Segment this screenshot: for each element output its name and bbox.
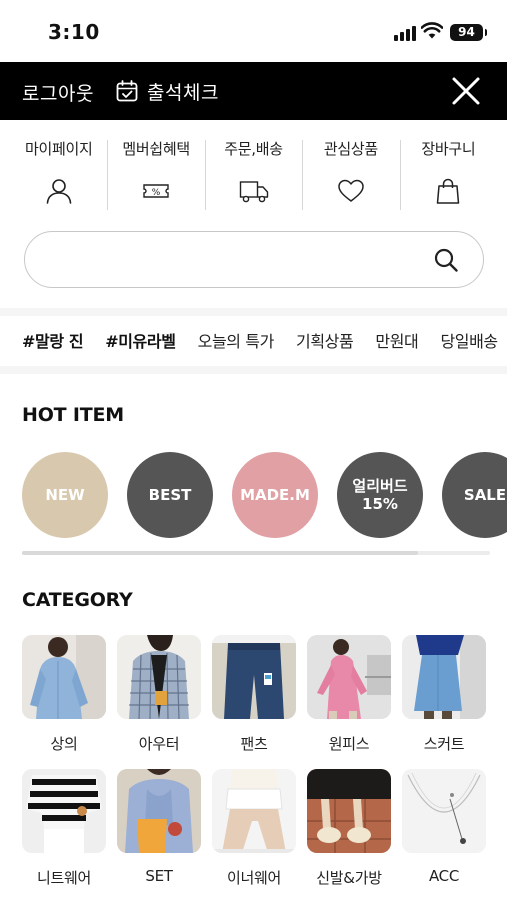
- hot-item-carousel: NEW BEST MADE.M 얼리버드 15% SALE: [22, 452, 507, 538]
- category-dress[interactable]: 원피스: [307, 635, 391, 754]
- quickmenu-mypage[interactable]: 마이페이지: [10, 138, 107, 210]
- category-thumbnail: [212, 635, 296, 719]
- wifi-icon: [421, 22, 443, 39]
- attendance-check-button[interactable]: 출석체크: [116, 79, 219, 104]
- quickmenu-label: 관심상품: [323, 140, 378, 158]
- attendance-label: 출석체크: [147, 81, 219, 104]
- category-label: 스커트: [423, 735, 465, 753]
- hot-item-new[interactable]: NEW: [22, 452, 108, 538]
- hot-item-title: HOT ITEM: [22, 404, 124, 426]
- keyword-link[interactable]: 기획상품: [296, 328, 354, 352]
- category-label: 니트웨어: [36, 869, 91, 887]
- category-label: 팬츠: [240, 735, 268, 753]
- category-innerwear[interactable]: 이너웨어: [212, 769, 296, 888]
- category-shoes-bags[interactable]: 신발&가방: [307, 769, 391, 888]
- category-thumbnail: [307, 635, 391, 719]
- category-label: 이너웨어: [226, 869, 281, 887]
- category-outer[interactable]: 아우터: [117, 635, 201, 754]
- svg-text:%: %: [152, 188, 161, 198]
- quickmenu-label: 장바구니: [421, 140, 476, 158]
- quickmenu-wishlist[interactable]: 관심상품: [302, 138, 399, 210]
- heart-icon: [338, 179, 364, 202]
- category-skirt[interactable]: 스커트: [402, 635, 486, 754]
- category-acc[interactable]: ACC: [402, 769, 486, 885]
- category-thumbnail: [22, 635, 106, 719]
- search-box[interactable]: [24, 231, 484, 288]
- keyword-link[interactable]: #말랑 진: [22, 328, 84, 352]
- hot-item-best[interactable]: BEST: [127, 452, 213, 538]
- hot-item-label: MADE.M: [240, 486, 310, 504]
- category-thumbnail: [402, 635, 486, 719]
- category-label: 원피스: [328, 735, 370, 753]
- category-label: 신발&가방: [316, 869, 382, 887]
- category-thumbnail: [22, 769, 106, 853]
- calendar-check-icon: [116, 80, 138, 102]
- keyword-link[interactable]: #미유라벨: [105, 328, 176, 352]
- category-knitwear[interactable]: 니트웨어: [22, 769, 106, 888]
- category-title: CATEGORY: [22, 589, 133, 611]
- category-thumbnail: [307, 769, 391, 853]
- section-divider: [0, 366, 507, 374]
- status-time: 3:10: [48, 20, 100, 44]
- carousel-scrollbar-thumb[interactable]: [22, 551, 418, 555]
- coupon-icon: %: [143, 184, 169, 198]
- truck-icon: [239, 181, 268, 203]
- shopping-bag-icon: [437, 178, 460, 204]
- quickmenu-label: 마이페이지: [24, 140, 93, 158]
- search-input[interactable]: [49, 246, 429, 274]
- close-icon[interactable]: [447, 72, 485, 110]
- hot-item-label: BEST: [148, 486, 192, 504]
- hot-item-label: NEW: [45, 486, 85, 504]
- category-thumbnail: [117, 635, 201, 719]
- status-bar: 3:10 94: [0, 0, 507, 62]
- section-divider: [0, 308, 507, 316]
- hot-item-sublabel: 15%: [362, 495, 398, 513]
- keyword-nav: #말랑 진 #미유라벨 오늘의 특가 기획상품 만원대 당일배송: [22, 328, 507, 356]
- hot-item-label: 얼리버드: [352, 477, 408, 495]
- category-label: ACC: [428, 867, 460, 885]
- category-label: 상의: [50, 735, 78, 753]
- category-thumbnail: [402, 769, 486, 853]
- category-thumbnail: [117, 769, 201, 853]
- category-tops[interactable]: 상의: [22, 635, 106, 754]
- quick-menu: 마이페이지 멤버쉽혜택 % 주문,배송 관심상품 장바구니: [10, 138, 497, 210]
- keyword-link[interactable]: 오늘의 특가: [198, 328, 275, 352]
- quickmenu-label: 주문,배송: [224, 140, 283, 158]
- quickmenu-membership[interactable]: 멤버쉽혜택 %: [107, 138, 204, 210]
- hot-item-label: SALE: [463, 486, 507, 504]
- quickmenu-label: 멤버쉽혜택: [122, 140, 190, 158]
- category-thumbnail: [212, 769, 296, 853]
- quickmenu-order-delivery[interactable]: 주문,배송: [204, 138, 302, 210]
- hot-item-early-bird[interactable]: 얼리버드 15%: [337, 452, 423, 538]
- hot-item-sale[interactable]: SALE: [442, 452, 507, 538]
- hot-item-made-m[interactable]: MADE.M: [232, 452, 318, 538]
- category-label: 아우터: [138, 735, 180, 753]
- category-label: SET: [145, 867, 173, 885]
- cellular-signal-icon: [394, 25, 416, 41]
- person-icon: [46, 179, 72, 204]
- category-pants[interactable]: 팬츠: [212, 635, 296, 754]
- search-icon[interactable]: [433, 247, 459, 273]
- keyword-link[interactable]: 당일배송: [440, 328, 498, 352]
- battery-indicator: 94: [450, 24, 487, 41]
- keyword-link[interactable]: 만원대: [375, 328, 418, 352]
- logout-button[interactable]: 로그아웃: [22, 79, 94, 106]
- quickmenu-cart[interactable]: 장바구니: [399, 138, 497, 210]
- category-set[interactable]: SET: [117, 769, 201, 885]
- top-bar: 로그아웃 출석체크: [0, 62, 507, 120]
